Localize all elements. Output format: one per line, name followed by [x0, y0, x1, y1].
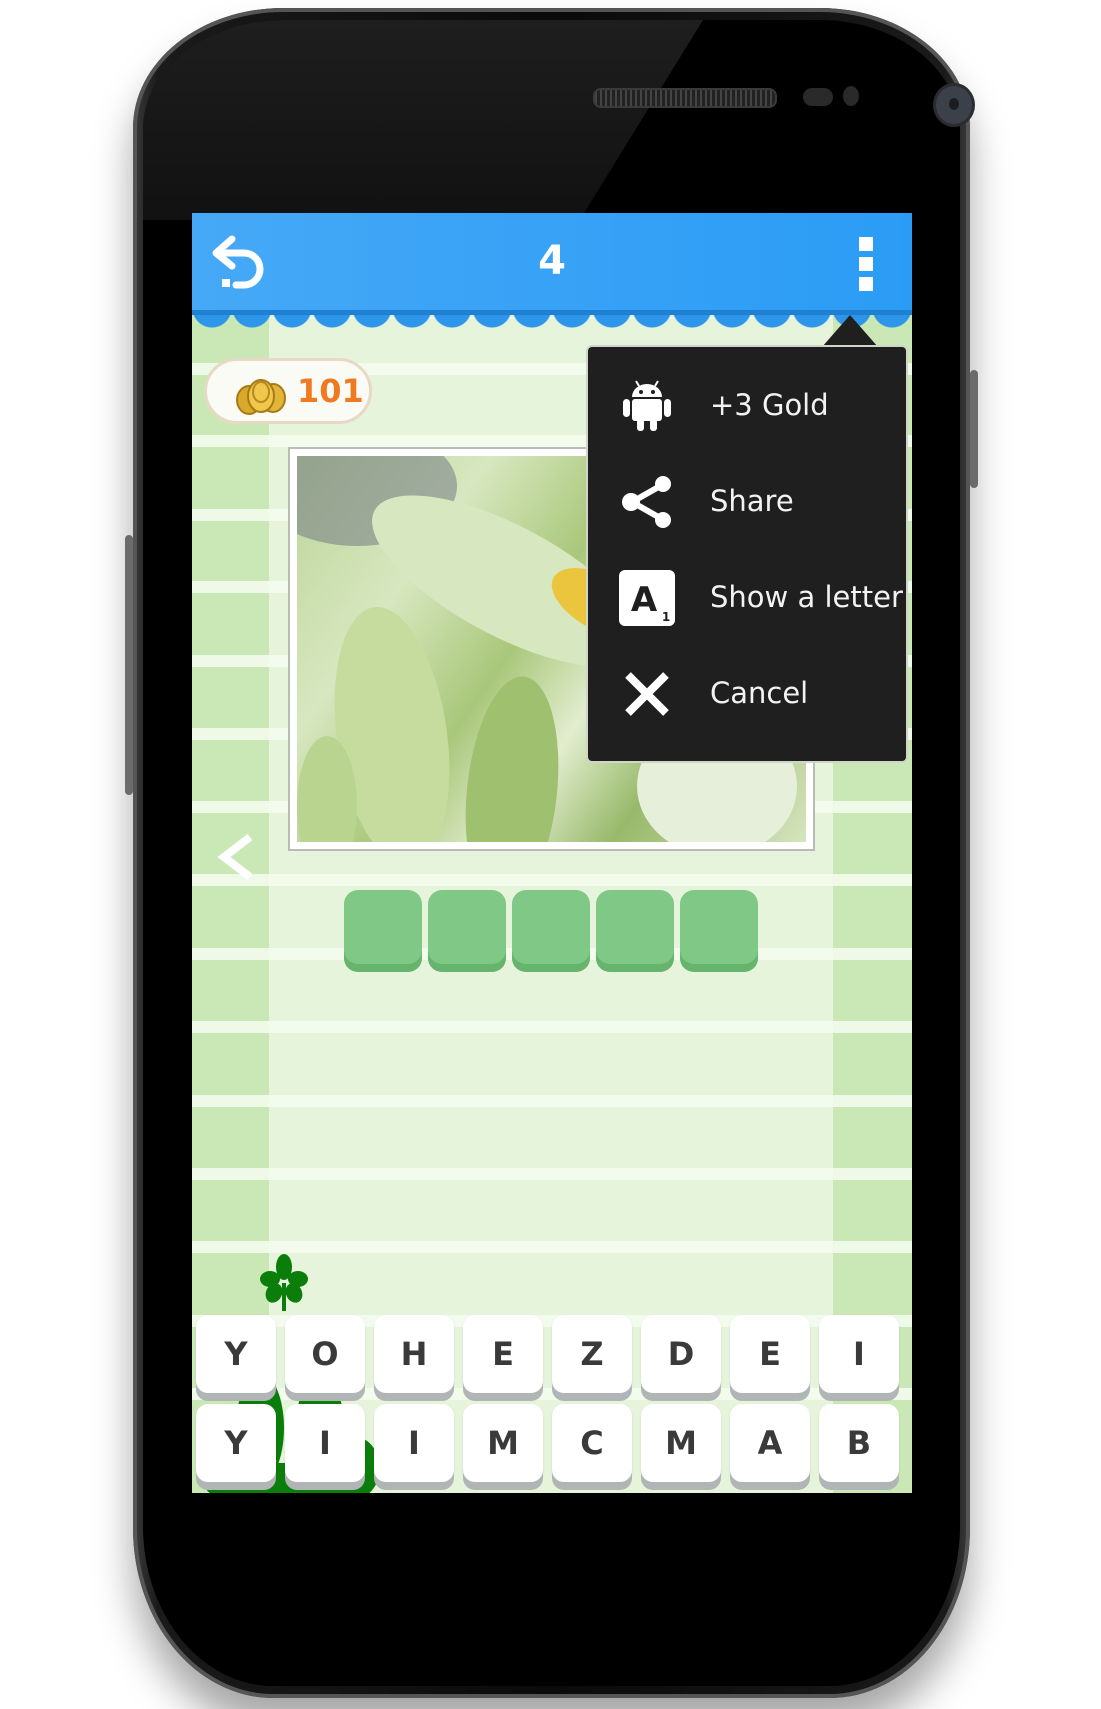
overflow-menu-popup: +3 Gold Share A 1 Show a letter Cancel — [586, 345, 908, 763]
share-icon — [622, 476, 671, 528]
key-button[interactable]: E — [730, 1315, 810, 1393]
answer-tile[interactable] — [680, 890, 758, 972]
coin-balance[interactable]: 101 — [204, 358, 372, 424]
gold-coins-icon — [236, 379, 286, 415]
menu-item-label: Show a letter — [710, 580, 903, 614]
svg-text:A: A — [631, 580, 658, 620]
action-bar: 4 — [192, 213, 912, 310]
svg-text:1: 1 — [662, 610, 670, 624]
key-button[interactable]: M — [641, 1404, 721, 1482]
scalloped-border — [192, 310, 912, 340]
clover-decoration-icon — [260, 1254, 308, 1311]
popup-pointer — [822, 315, 878, 347]
key-button[interactable]: M — [463, 1404, 543, 1482]
key-button[interactable]: D — [641, 1315, 721, 1393]
menu-item-show-letter[interactable]: A 1 Show a letter — [588, 547, 910, 643]
proximity-sensor — [803, 88, 833, 106]
key-button[interactable]: Y — [196, 1404, 276, 1482]
level-number: 4 — [538, 238, 566, 284]
app-screen: 4 101 Y O H E Z D E I Y I I M C M A B +3… — [192, 213, 912, 1493]
android-icon — [623, 380, 671, 431]
letter-tile-icon: A 1 — [619, 570, 675, 626]
key-button[interactable]: I — [374, 1404, 454, 1482]
key-button[interactable]: O — [285, 1315, 365, 1393]
key-button[interactable]: Z — [552, 1315, 632, 1393]
answer-tile[interactable] — [344, 890, 422, 972]
key-button[interactable]: H — [374, 1315, 454, 1393]
key-button[interactable]: C — [552, 1404, 632, 1482]
key-button[interactable]: E — [463, 1315, 543, 1393]
key-button[interactable]: I — [819, 1315, 899, 1393]
menu-item-label: +3 Gold — [710, 388, 829, 422]
answer-tile[interactable] — [512, 890, 590, 972]
answer-tile[interactable] — [428, 890, 506, 972]
menu-item-label: Share — [710, 484, 794, 518]
bezel-glare — [143, 20, 703, 220]
overflow-menu-button[interactable] — [854, 237, 878, 297]
more-vertical-icon — [859, 237, 873, 251]
key-button[interactable]: A — [730, 1404, 810, 1482]
light-sensor — [843, 86, 859, 106]
key-button[interactable]: B — [819, 1404, 899, 1482]
answer-tile[interactable] — [596, 890, 674, 972]
power-button[interactable] — [970, 370, 978, 488]
front-camera — [933, 83, 975, 127]
coin-count: 101 — [297, 372, 364, 410]
previous-level-button[interactable] — [214, 831, 258, 883]
key-button[interactable]: Y — [196, 1315, 276, 1393]
close-icon — [625, 672, 669, 716]
volume-button[interactable] — [125, 535, 133, 795]
earpiece-speaker — [593, 88, 777, 108]
menu-item-share[interactable]: Share — [588, 451, 910, 547]
menu-item-cancel[interactable]: Cancel — [588, 643, 910, 739]
menu-item-label: Cancel — [710, 676, 809, 710]
menu-item-gold[interactable]: +3 Gold — [588, 355, 910, 451]
key-button[interactable]: I — [285, 1404, 365, 1482]
